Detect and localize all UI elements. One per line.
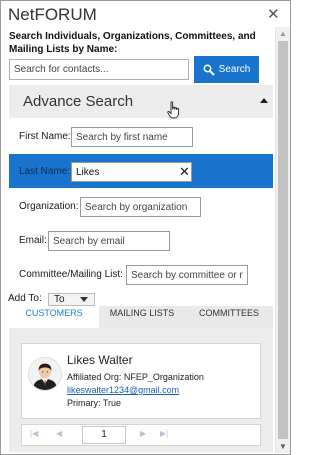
add-to-select[interactable]: To bbox=[48, 293, 95, 306]
email-label: Email: bbox=[19, 235, 47, 246]
first-name-row: First Name: bbox=[9, 120, 273, 154]
search-heading: Search Individuals, Organizations, Commi… bbox=[9, 31, 256, 55]
tab-customers[interactable]: CUSTOMERS bbox=[9, 306, 99, 328]
advance-search-title: Advance Search bbox=[23, 93, 134, 110]
organization-input[interactable] bbox=[80, 197, 201, 217]
page-number-input[interactable]: 1 bbox=[82, 426, 126, 444]
prev-page-icon[interactable]: ◀ bbox=[56, 429, 62, 438]
contact-card[interactable]: Likes Walter Affiliated Org: NFEP_Organi… bbox=[21, 343, 261, 419]
tab-mailing-lists[interactable]: MAILING LISTS bbox=[99, 306, 185, 328]
close-icon[interactable]: ✕ bbox=[267, 5, 280, 23]
last-name-label: Last Name: bbox=[19, 166, 71, 177]
contact-search-panel: NetFORUM ✕ ▲ ▼ Search Individuals, Organ… bbox=[0, 0, 291, 455]
email-input[interactable] bbox=[48, 231, 170, 251]
app-title: NetFORUM bbox=[8, 5, 97, 24]
tab-committees[interactable]: COMMITTEES bbox=[185, 306, 273, 328]
contact-email-link[interactable]: likeswalter1234@gmail.com bbox=[67, 385, 179, 395]
clear-input-icon[interactable]: ✕ bbox=[179, 164, 190, 180]
next-page-icon[interactable]: ▶ bbox=[140, 429, 146, 438]
collapse-caret-icon[interactable] bbox=[260, 98, 268, 103]
scrollbar-thumb[interactable] bbox=[278, 41, 288, 439]
contact-primary: Primary: True bbox=[67, 398, 122, 408]
committee-input[interactable] bbox=[126, 265, 248, 285]
search-button[interactable]: Search bbox=[194, 56, 259, 83]
search-icon bbox=[203, 64, 215, 76]
contact-name: Likes Walter bbox=[67, 353, 133, 367]
organization-row: Organization: bbox=[9, 189, 273, 223]
committee-label: Committee/Mailing List: bbox=[19, 269, 123, 280]
last-name-input[interactable] bbox=[71, 162, 192, 182]
contact-affiliated-org: Affiliated Org: NFEP_Organization bbox=[67, 372, 204, 382]
results-panel: Likes Walter Affiliated Org: NFEP_Organi… bbox=[9, 328, 273, 452]
chevron-down-icon bbox=[80, 297, 88, 302]
scroll-down-icon[interactable]: ▼ bbox=[276, 442, 290, 451]
add-to-label: Add To: bbox=[8, 293, 42, 304]
first-name-label: First Name: bbox=[19, 131, 71, 142]
first-page-icon[interactable]: |◀ bbox=[30, 429, 38, 438]
person-avatar-icon bbox=[28, 357, 62, 391]
organization-label: Organization: bbox=[19, 201, 79, 212]
email-row: Email: bbox=[9, 223, 273, 257]
result-tabs: CUSTOMERS MAILING LISTS COMMITTEES bbox=[9, 306, 273, 328]
advance-search-header[interactable]: Advance Search bbox=[9, 85, 273, 118]
last-page-icon[interactable]: ▶| bbox=[160, 429, 168, 438]
first-name-input[interactable] bbox=[71, 127, 193, 147]
search-button-label: Search bbox=[218, 64, 251, 75]
hand-cursor-icon bbox=[167, 101, 180, 119]
last-name-row: Last Name: ✕ bbox=[9, 154, 273, 188]
pagination: |◀ ◀ 1 ▶ ▶| bbox=[21, 424, 261, 446]
contact-search-input[interactable] bbox=[9, 59, 189, 80]
vertical-scrollbar[interactable]: ▲ ▼ bbox=[275, 27, 290, 453]
add-to-selected-value: To bbox=[54, 294, 65, 305]
scroll-up-icon[interactable]: ▲ bbox=[276, 29, 290, 38]
committee-row: Committee/Mailing List: bbox=[9, 257, 273, 291]
